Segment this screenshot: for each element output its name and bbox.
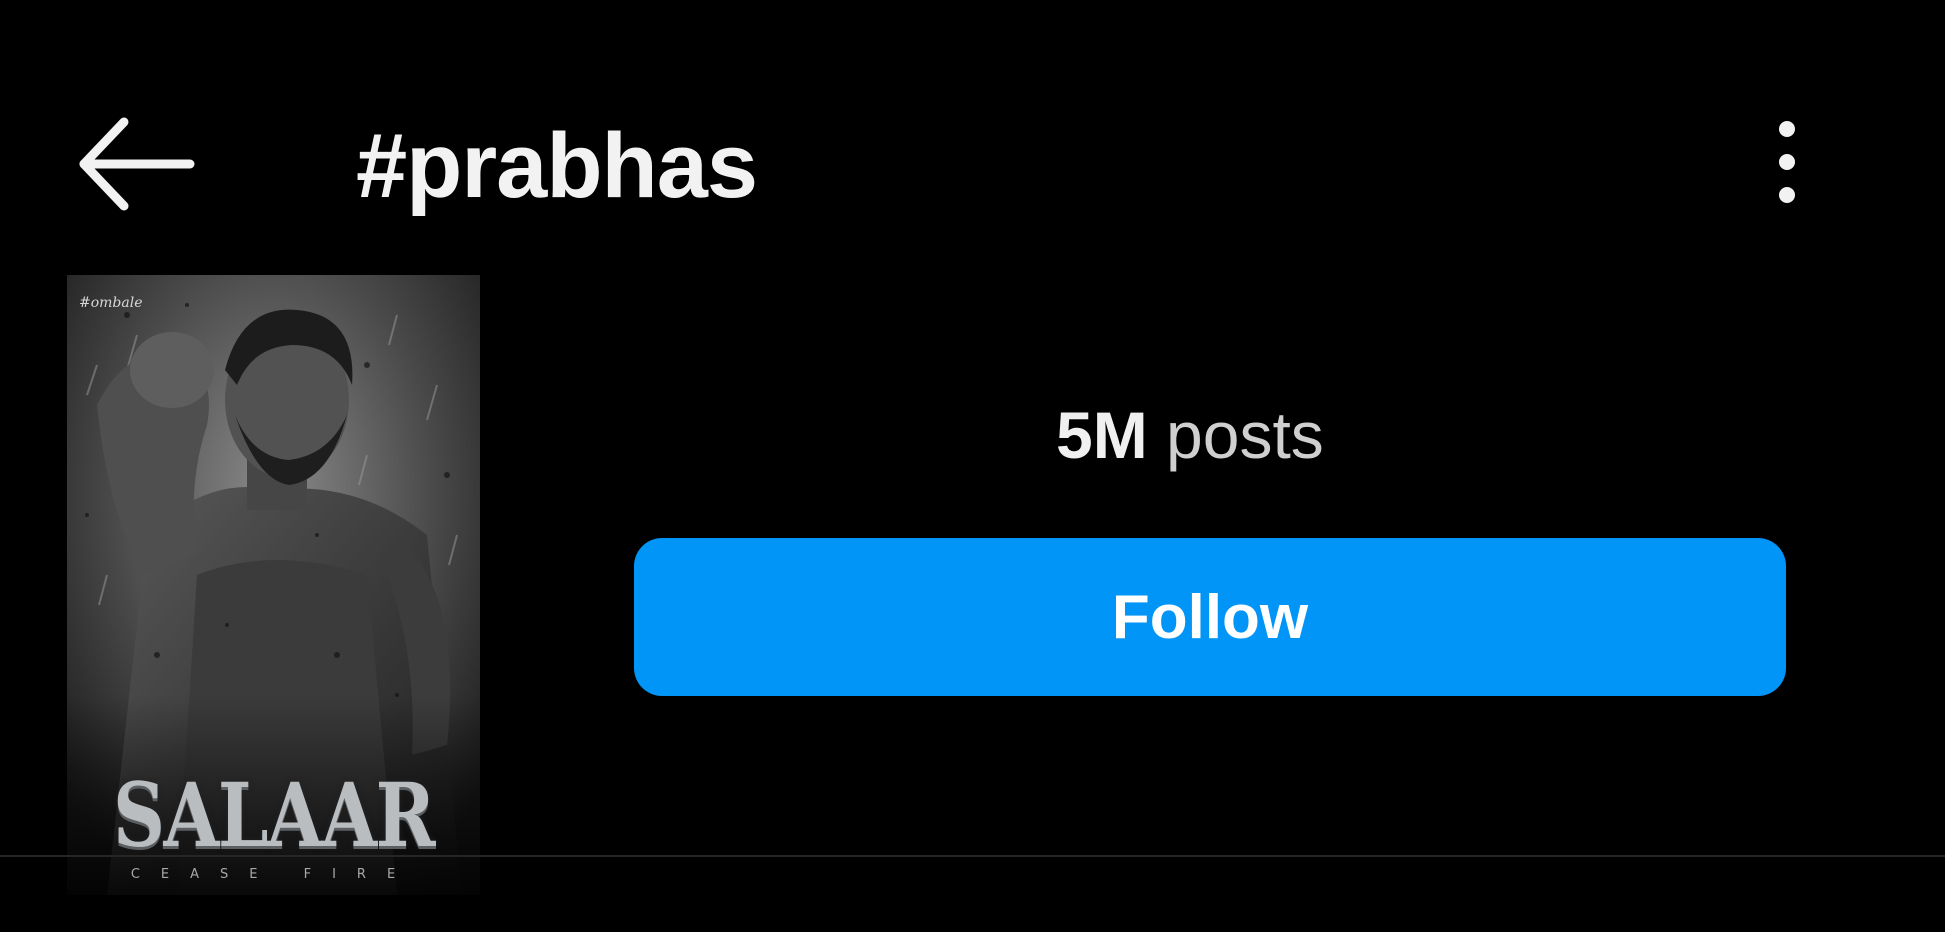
post-count-label: posts [1166, 398, 1324, 472]
follow-button[interactable]: Follow [634, 538, 1786, 696]
header-divider [0, 855, 1945, 857]
post-count-number: 5M [1056, 398, 1148, 472]
vertical-ellipsis-icon [1779, 121, 1795, 203]
poster-subtitle-text: CEASE FIRE [130, 867, 417, 882]
poster-brand-text: #ombale [79, 295, 143, 311]
page-title: #prabhas [356, 115, 758, 217]
hashtag-top-post-image[interactable]: #ombale SALAAR CEASE FIRE [67, 275, 480, 895]
arrow-left-icon [79, 117, 195, 211]
poster-title-text: SALAAR [113, 763, 436, 867]
post-count: 5M posts [1056, 395, 1324, 475]
more-options-button[interactable] [1760, 118, 1814, 206]
back-button[interactable] [72, 112, 202, 216]
